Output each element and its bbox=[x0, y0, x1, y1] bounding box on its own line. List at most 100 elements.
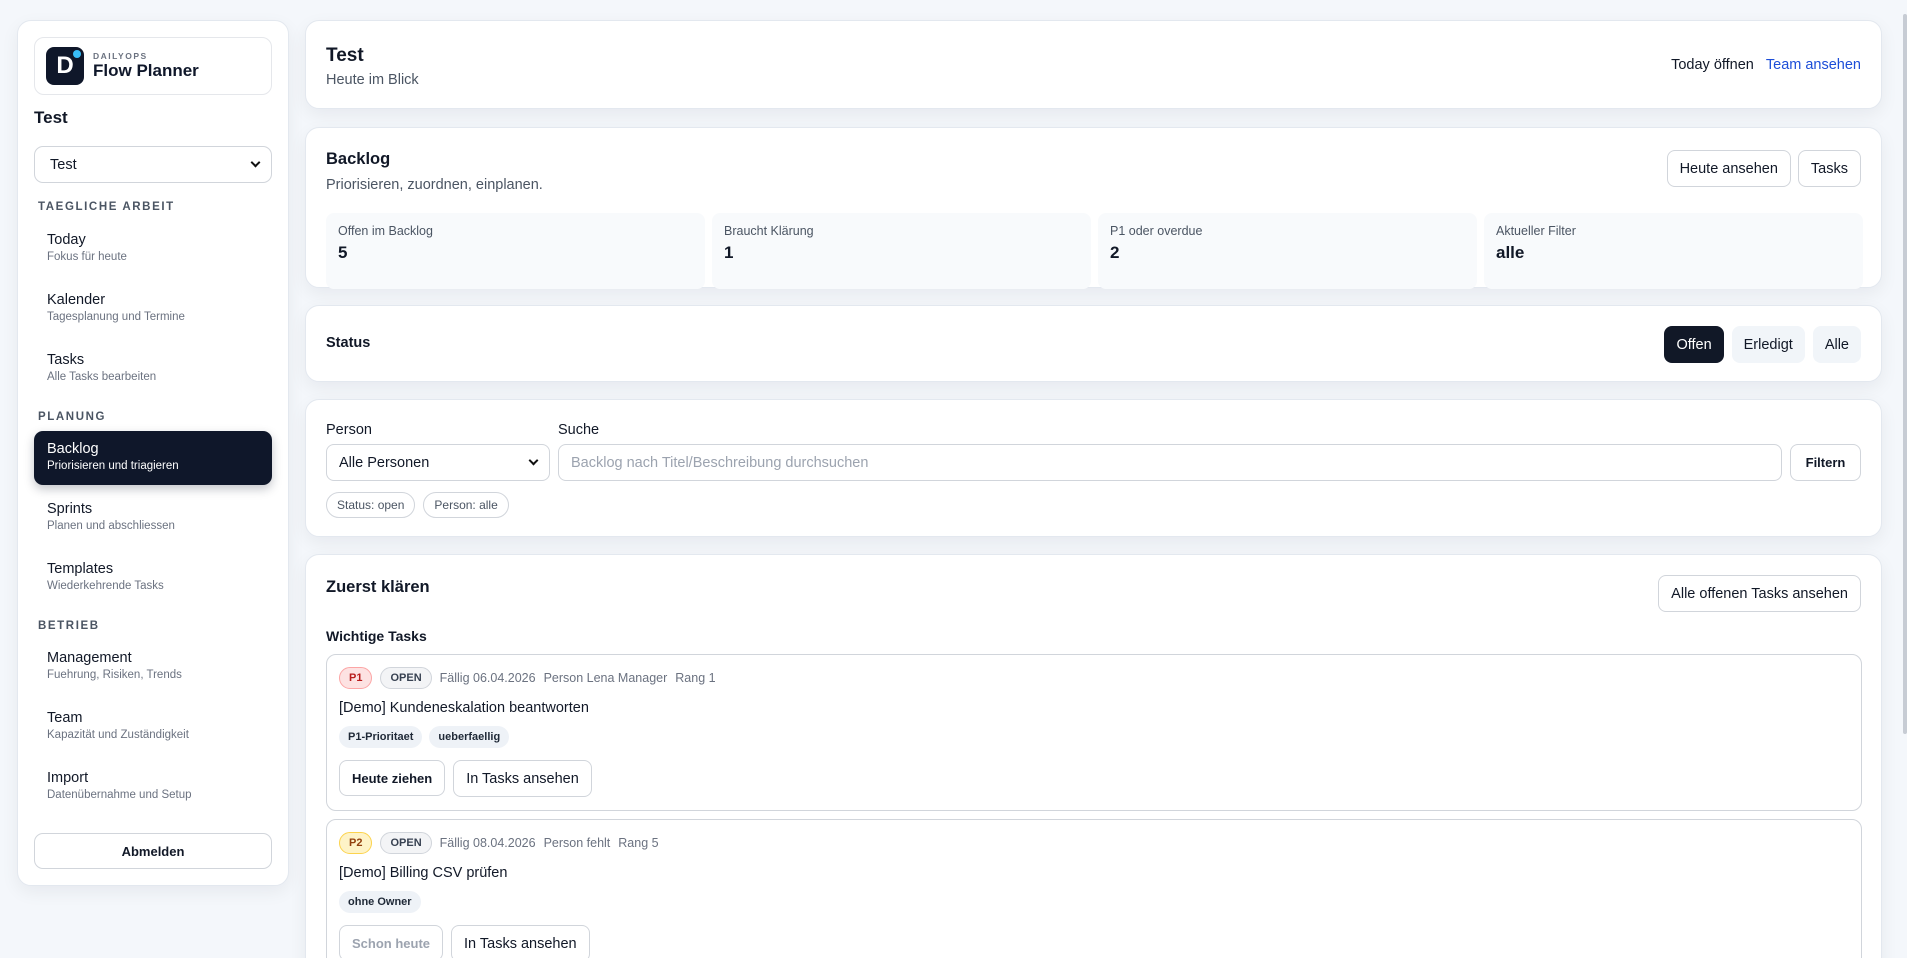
stat-open-backlog: Offen im Backlog 5 bbox=[326, 213, 705, 289]
status-option-erledigt[interactable]: Erledigt bbox=[1731, 326, 1805, 363]
stat-value: alle bbox=[1496, 243, 1525, 262]
stat-current-filter: Aktueller Filter alle bbox=[1484, 213, 1863, 289]
page-title: Test bbox=[326, 45, 364, 66]
page-subtitle: Heute im Blick bbox=[326, 72, 419, 88]
backlog-subtitle: Priorisieren, zuordnen, einplanen. bbox=[326, 177, 543, 193]
stat-value: 5 bbox=[338, 243, 348, 262]
view-today-button[interactable]: Heute ansehen bbox=[1666, 150, 1791, 187]
task-card: P2 OPEN Fällig 08.04.2026 Person fehlt R… bbox=[326, 819, 1862, 958]
task-due: Fällig 08.04.2026 bbox=[439, 836, 536, 850]
task-card: P1 OPEN Fällig 06.04.2026 Person Lena Ma… bbox=[326, 654, 1862, 811]
sidebar-item-title: Kalender bbox=[47, 292, 106, 308]
status-option-alle[interactable]: Alle bbox=[1812, 326, 1861, 363]
priority-badge: P1 bbox=[339, 667, 373, 689]
filter-button[interactable]: Filtern bbox=[1790, 444, 1861, 481]
state-badge: OPEN bbox=[380, 832, 432, 854]
sidebar-item-sprints[interactable]: Sprints Planen und abschliessen bbox=[34, 491, 272, 545]
sidebar-item-subtitle: Fuehrung, Risiken, Trends bbox=[47, 669, 182, 681]
important-tasks-heading: Wichtige Tasks bbox=[326, 628, 427, 644]
priority-badge: P2 bbox=[339, 832, 373, 854]
clarify-title: Zuerst klären bbox=[326, 578, 430, 596]
filter-chip-person[interactable]: Person: alle bbox=[423, 492, 509, 518]
sidebar: D DAILYOPS Flow Planner Test Test TAEGLI… bbox=[17, 20, 289, 886]
sidebar-item-tasks[interactable]: Tasks Alle Tasks bearbeiten bbox=[34, 342, 272, 396]
team-view-link[interactable]: Team ansehen bbox=[1766, 57, 1861, 73]
status-segmented-control: Offen Erledigt Alle bbox=[1664, 326, 1861, 363]
task-tag: ohne Owner bbox=[339, 891, 421, 913]
stat-label: P1 oder overdue bbox=[1110, 224, 1203, 238]
person-label: Person bbox=[326, 422, 372, 438]
search-label: Suche bbox=[558, 422, 600, 438]
clarify-card: Zuerst klären Alle offenen Tasks ansehen… bbox=[305, 554, 1882, 958]
task-title[interactable]: [Demo] Billing CSV prüfen bbox=[339, 865, 507, 881]
brand-logo-icon: D bbox=[46, 47, 84, 85]
task-title[interactable]: [Demo] Kundeneskalation beantworten bbox=[339, 700, 589, 716]
view-in-tasks-button[interactable]: In Tasks ansehen bbox=[453, 760, 592, 797]
stat-value: 2 bbox=[1110, 243, 1120, 262]
person-select[interactable]: Alle Personen bbox=[326, 444, 550, 481]
task-tag: ueberfaellig bbox=[429, 726, 510, 748]
status-card: Status Offen Erledigt Alle bbox=[305, 305, 1882, 382]
workspace-select-value: Test bbox=[50, 156, 77, 173]
stat-label: Aktueller Filter bbox=[1496, 224, 1576, 238]
workspace-title: Test bbox=[34, 108, 68, 127]
sidebar-item-title: Today bbox=[47, 232, 86, 248]
stat-p1-overdue: P1 oder overdue 2 bbox=[1098, 213, 1477, 289]
today-open-link[interactable]: Today öffnen bbox=[1671, 57, 1754, 73]
backlog-title: Backlog bbox=[326, 150, 391, 168]
status-label: Status bbox=[326, 335, 371, 351]
brand[interactable]: D DAILYOPS Flow Planner bbox=[34, 37, 272, 95]
sidebar-item-subtitle: Alle Tasks bearbeiten bbox=[47, 371, 157, 383]
sidebar-item-subtitle: Planen und abschliessen bbox=[47, 520, 175, 532]
sidebar-item-title: Management bbox=[47, 650, 132, 666]
sidebar-item-templates[interactable]: Templates Wiederkehrende Tasks bbox=[34, 551, 272, 605]
stat-label: Braucht Klärung bbox=[724, 224, 814, 238]
status-option-offen[interactable]: Offen bbox=[1664, 326, 1724, 363]
sidebar-item-import[interactable]: Import Datenübernahme und Setup bbox=[34, 760, 272, 814]
filter-card: Person Alle Personen Suche Backlog nach … bbox=[305, 399, 1882, 537]
chevron-down-icon bbox=[250, 157, 261, 168]
sidebar-item-subtitle: Datenübernahme und Setup bbox=[47, 789, 192, 801]
pull-today-button[interactable]: Heute ziehen bbox=[339, 760, 446, 796]
sidebar-item-subtitle: Tagesplanung und Termine bbox=[47, 311, 185, 323]
state-badge: OPEN bbox=[380, 667, 432, 689]
logout-button[interactable]: Abmelden bbox=[34, 833, 272, 869]
person-select-value: Alle Personen bbox=[339, 454, 430, 471]
task-rank: Rang 1 bbox=[675, 671, 716, 685]
sidebar-item-title: Backlog bbox=[47, 441, 99, 457]
sidebar-item-title: Templates bbox=[47, 561, 114, 577]
task-rank: Rang 5 bbox=[618, 836, 659, 850]
sidebar-item-title: Team bbox=[47, 710, 83, 726]
stat-label: Offen im Backlog bbox=[338, 224, 433, 238]
all-open-tasks-button[interactable]: Alle offenen Tasks ansehen bbox=[1658, 575, 1861, 612]
brand-name: Flow Planner bbox=[93, 61, 199, 80]
sidebar-item-title: Import bbox=[47, 770, 89, 786]
task-person: Person fehlt bbox=[543, 836, 611, 850]
view-in-tasks-button[interactable]: In Tasks ansehen bbox=[451, 925, 590, 958]
sidebar-item-title: Tasks bbox=[47, 352, 85, 368]
filter-chip-status[interactable]: Status: open bbox=[326, 492, 416, 518]
brand-kicker: DAILYOPS bbox=[93, 51, 148, 61]
sidebar-item-subtitle: Wiederkehrende Tasks bbox=[47, 580, 164, 592]
workspace-select[interactable]: Test bbox=[34, 146, 272, 183]
sidebar-item-kalender[interactable]: Kalender Tagesplanung und Termine bbox=[34, 282, 272, 336]
already-today-button[interactable]: Schon heute bbox=[339, 925, 444, 958]
backlog-card: Backlog Priorisieren, zuordnen, einplane… bbox=[305, 127, 1882, 289]
section-label-planung: PLANUNG bbox=[38, 411, 107, 423]
header-card: Test Heute im Blick Today öffnen Team an… bbox=[305, 20, 1882, 109]
section-label-daily: TAEGLICHE ARBEIT bbox=[38, 201, 175, 213]
sidebar-item-team[interactable]: Team Kapazität und Zuständigkeit bbox=[34, 700, 272, 754]
sidebar-item-subtitle: Fokus für heute bbox=[47, 251, 127, 263]
tasks-button[interactable]: Tasks bbox=[1797, 150, 1861, 187]
stat-value: 1 bbox=[724, 243, 734, 262]
sidebar-item-today[interactable]: Today Fokus für heute bbox=[34, 222, 272, 276]
sidebar-item-title: Sprints bbox=[47, 501, 93, 517]
search-placeholder: Backlog nach Titel/Beschreibung durchsuc… bbox=[571, 454, 869, 471]
sidebar-item-backlog[interactable]: Backlog Priorisieren und triagieren bbox=[34, 431, 272, 485]
stat-needs-clarification: Braucht Klärung 1 bbox=[712, 213, 1091, 289]
sidebar-item-management[interactable]: Management Fuehrung, Risiken, Trends bbox=[34, 640, 272, 694]
sidebar-item-subtitle: Kapazität und Zuständigkeit bbox=[47, 729, 189, 741]
search-input[interactable]: Backlog nach Titel/Beschreibung durchsuc… bbox=[558, 444, 1782, 481]
page-scrollbar[interactable] bbox=[1903, 14, 1907, 734]
task-person: Person Lena Manager bbox=[543, 671, 668, 685]
